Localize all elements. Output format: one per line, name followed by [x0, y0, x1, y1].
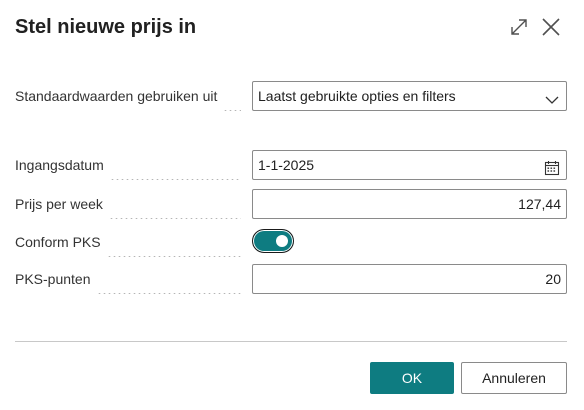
leader-dots	[109, 150, 241, 180]
pks-points-value: 20	[545, 271, 561, 287]
cancel-button[interactable]: Annuleren	[461, 362, 567, 394]
start-date-label-wrap: Ingangsdatum	[15, 150, 245, 180]
calendar-icon[interactable]	[544, 157, 560, 176]
toggle-knob	[276, 235, 288, 247]
leader-dots	[108, 189, 241, 219]
footer-divider	[15, 341, 567, 342]
weekly-price-value: 127,44	[518, 196, 561, 212]
defaults-value: Laatst gebruikte opties en filters	[258, 88, 456, 104]
defaults-label: Standaardwaarden gebruiken uit	[15, 88, 218, 104]
weekly-price-input[interactable]: 127,44	[252, 189, 567, 219]
leader-dots	[223, 81, 241, 111]
defaults-label-wrap: Standaardwaarden gebruiken uit	[15, 81, 245, 111]
start-date-label: Ingangsdatum	[15, 157, 104, 173]
pks-label-wrap: Conform PKS	[15, 227, 245, 257]
expand-icon[interactable]	[508, 16, 530, 38]
leader-dots	[106, 227, 241, 257]
defaults-row: Standaardwaarden gebruiken uit Laatst ge…	[15, 81, 567, 111]
pks-points-label-wrap: PKS-punten	[15, 264, 245, 294]
start-date-input[interactable]: 1-1-2025	[252, 150, 567, 180]
weekly-price-row: Prijs per week 127,44	[15, 189, 567, 219]
ok-button[interactable]: OK	[370, 362, 454, 394]
pks-points-label: PKS-punten	[15, 271, 91, 287]
close-icon[interactable]	[540, 16, 562, 38]
start-date-row: Ingangsdatum 1-1-2025	[15, 150, 567, 180]
start-date-value: 1-1-2025	[258, 157, 315, 173]
set-new-price-dialog: Stel nieuwe prijs in Standaardwaarden ge…	[0, 0, 584, 410]
pks-points-input[interactable]: 20	[252, 264, 567, 294]
pks-toggle[interactable]	[252, 229, 294, 253]
leader-dots	[96, 264, 241, 294]
pks-label: Conform PKS	[15, 234, 101, 250]
pks-points-row: PKS-punten 20	[15, 264, 567, 294]
pks-row: Conform PKS	[15, 227, 567, 257]
defaults-select[interactable]: Laatst gebruikte opties en filters	[252, 81, 567, 111]
chevron-down-icon[interactable]	[544, 89, 560, 105]
dialog-title: Stel nieuwe prijs in	[15, 16, 197, 38]
weekly-price-label: Prijs per week	[15, 196, 103, 212]
weekly-price-label-wrap: Prijs per week	[15, 189, 245, 219]
